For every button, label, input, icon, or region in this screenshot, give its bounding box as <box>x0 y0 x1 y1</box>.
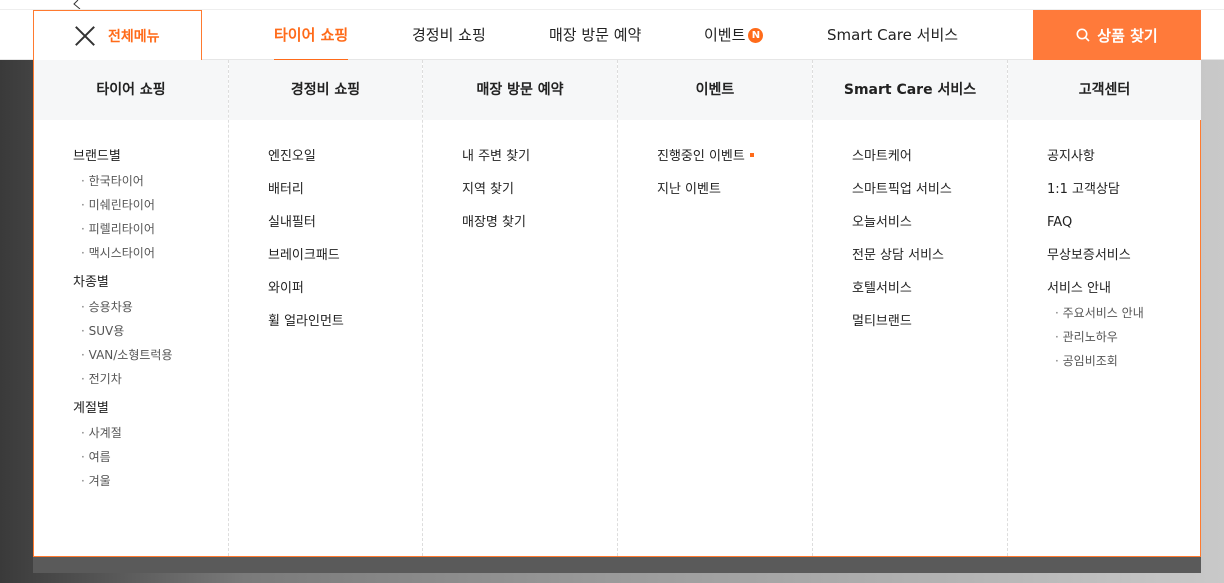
new-dot-icon <box>749 153 754 157</box>
menu-link[interactable]: SUV용 <box>73 321 228 345</box>
menu-link[interactable]: 미쉐린타이어 <box>73 195 228 219</box>
column-smart-care: Smart Care 서비스 스마트케어 스마트픽업 서비스 오늘서비스 전문 … <box>813 60 1008 556</box>
menu-link[interactable]: 브레이크패드 <box>268 246 422 279</box>
menu-link[interactable]: 공지사항 <box>1047 147 1201 180</box>
top-navigation-bar: 전체메뉴 타이어 쇼핑 경정비 쇼핑 매장 방문 예약 이벤트 N Smart C… <box>0 0 1224 61</box>
menu-link[interactable]: 무상보증서비스 <box>1047 246 1201 279</box>
product-search-button[interactable]: 상품 찾기 <box>1033 10 1201 60</box>
menu-link[interactable]: 승용차용 <box>73 297 228 321</box>
menu-link[interactable]: 배터리 <box>268 180 422 213</box>
nav-event[interactable]: 이벤트 N <box>704 10 764 60</box>
group-title-season[interactable]: 계절별 <box>73 399 228 423</box>
menu-link[interactable]: 엔진오일 <box>268 147 422 180</box>
panel-bottom-shadow <box>33 557 1201 573</box>
menu-link[interactable]: 스마트케어 <box>852 147 1007 180</box>
nav-label: 타이어 쇼핑 <box>274 26 349 44</box>
menu-link-ongoing-event[interactable]: 진행중인 이벤트 <box>657 147 812 180</box>
menu-link[interactable]: FAQ <box>1047 213 1201 246</box>
column-store-reservation: 매장 방문 예약 내 주변 찾기 지역 찾기 매장명 찾기 <box>423 60 618 556</box>
menu-link[interactable]: 피렐리타이어 <box>73 219 228 243</box>
menu-link[interactable]: 사계절 <box>73 423 228 447</box>
nav-label: 매장 방문 예약 <box>549 26 642 44</box>
nav-maintenance-shopping[interactable]: 경정비 쇼핑 <box>412 10 486 60</box>
menu-link[interactable]: 지역 찾기 <box>462 180 617 213</box>
menu-link[interactable]: 1:1 고객상담 <box>1047 180 1201 213</box>
new-badge: N <box>748 28 764 43</box>
menu-link[interactable]: 휠 얼라인먼트 <box>268 312 422 345</box>
nav-label: 이벤트 <box>704 26 746 44</box>
column-title: 타이어 쇼핑 <box>34 60 228 120</box>
menu-link[interactable]: 지난 이벤트 <box>657 180 812 213</box>
menu-link[interactable]: 여름 <box>73 447 228 471</box>
mega-menu-panel: 타이어 쇼핑 브랜드별 한국타이어 미쉐린타이어 피렐리타이어 맥시스타이어 차… <box>33 60 1201 557</box>
menu-link[interactable]: 맥시스타이어 <box>73 243 228 267</box>
search-icon <box>1076 28 1090 42</box>
menu-link[interactable]: 내 주변 찾기 <box>462 147 617 180</box>
group-brand: 브랜드별 한국타이어 미쉐린타이어 피렐리타이어 맥시스타이어 <box>73 147 228 267</box>
column-maintenance-shopping: 경정비 쇼핑 엔진오일 배터리 실내필터 브레이크패드 와이퍼 휠 얼라인먼트 <box>229 60 423 556</box>
group-title-brand[interactable]: 브랜드별 <box>73 147 228 171</box>
menu-link[interactable]: 호텔서비스 <box>852 279 1007 312</box>
menu-link[interactable]: 한국타이어 <box>73 171 228 195</box>
group-title-service-guide[interactable]: 서비스 안내 <box>1047 279 1201 303</box>
menu-link[interactable]: 주요서비스 안내 <box>1047 303 1201 327</box>
menu-link[interactable]: 오늘서비스 <box>852 213 1007 246</box>
menu-link[interactable]: 와이퍼 <box>268 279 422 312</box>
nav-label: Smart Care 서비스 <box>827 26 959 44</box>
menu-link[interactable]: 스마트픽업 서비스 <box>852 180 1007 213</box>
cursor-icon <box>73 0 81 9</box>
group-season: 계절별 사계절 여름 겨울 <box>73 399 228 495</box>
column-tire-shopping: 타이어 쇼핑 브랜드별 한국타이어 미쉐린타이어 피렐리타이어 맥시스타이어 차… <box>34 60 229 556</box>
menu-link[interactable]: 전기차 <box>73 369 228 393</box>
nav-label: 경정비 쇼핑 <box>412 26 486 44</box>
group-title-vehicle[interactable]: 차종별 <box>73 273 228 297</box>
menu-link[interactable]: 매장명 찾기 <box>462 213 617 246</box>
menu-link[interactable]: 멀티브랜드 <box>852 312 1007 345</box>
column-title: 고객센터 <box>1008 60 1201 120</box>
search-label: 상품 찾기 <box>1097 26 1158 45</box>
menu-link[interactable]: 공임비조회 <box>1047 351 1201 375</box>
nav-smart-care[interactable]: Smart Care 서비스 <box>827 10 958 60</box>
menu-link[interactable]: 실내필터 <box>268 213 422 246</box>
menu-link[interactable]: 관리노하우 <box>1047 327 1201 351</box>
column-event: 이벤트 진행중인 이벤트 지난 이벤트 <box>618 60 813 556</box>
column-customer-center: 고객센터 공지사항 1:1 고객상담 FAQ 무상보증서비스 서비스 안내 주요… <box>1008 60 1201 556</box>
nav-store-reservation[interactable]: 매장 방문 예약 <box>549 10 641 60</box>
menu-link[interactable]: 겨울 <box>73 471 228 495</box>
group-service-guide: 서비스 안내 주요서비스 안내 관리노하우 공임비조회 <box>1047 279 1201 375</box>
nav-tire-shopping[interactable]: 타이어 쇼핑 <box>274 10 349 61</box>
menu-link-label: 진행중인 이벤트 <box>657 149 745 164</box>
menu-link[interactable]: 전문 상담 서비스 <box>852 246 1007 279</box>
column-title: 매장 방문 예약 <box>423 60 617 120</box>
menu-link[interactable]: VAN/소형트럭용 <box>73 345 228 369</box>
column-title: Smart Care 서비스 <box>813 60 1007 120</box>
column-title: 경정비 쇼핑 <box>229 60 422 120</box>
group-vehicle: 차종별 승용차용 SUV용 VAN/소형트럭용 전기차 <box>73 273 228 393</box>
column-title: 이벤트 <box>618 60 812 120</box>
